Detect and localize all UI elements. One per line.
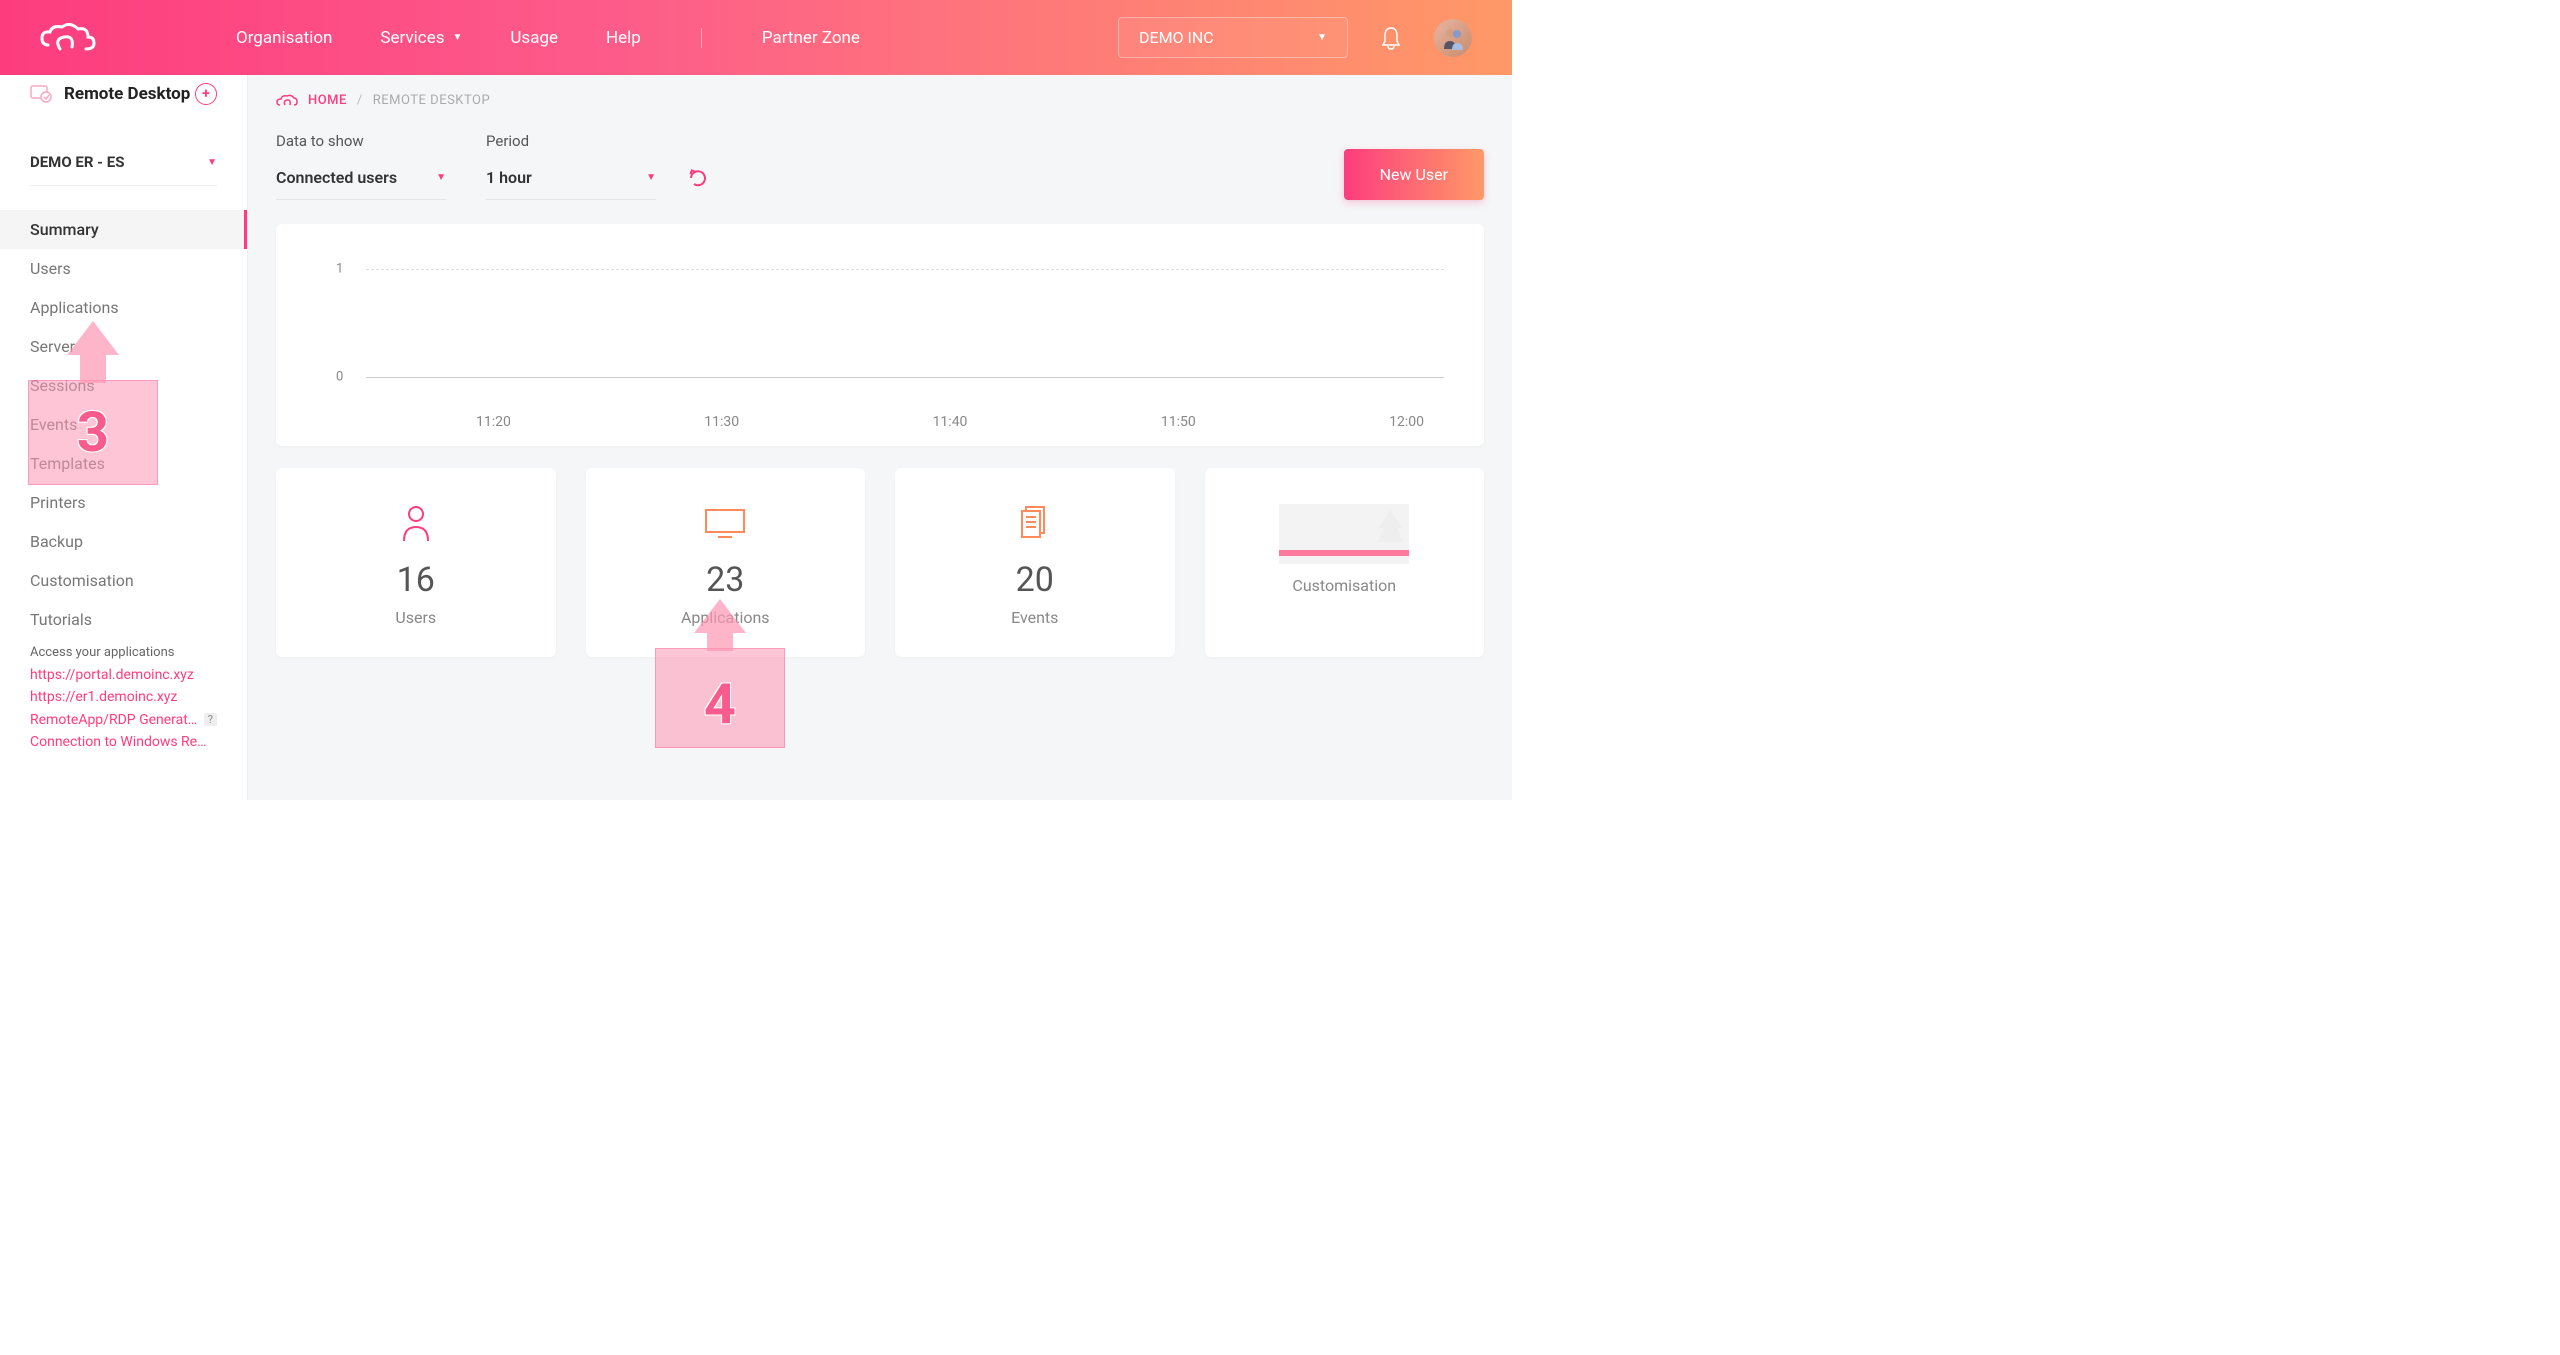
y-tick-0: 0 (336, 370, 343, 385)
main-content: HOME / REMOTE DESKTOP Data to show Conne… (248, 75, 1512, 800)
x-tick: 11:20 (476, 414, 511, 430)
stat-card-customisation[interactable]: Customisation (1205, 468, 1485, 657)
stat-label: Customisation (1225, 576, 1465, 595)
menu-tutorials[interactable]: Tutorials (0, 600, 247, 639)
stat-label: Users (296, 608, 536, 627)
tenant-selector[interactable]: DEMO ER - ES ▼ (30, 153, 217, 186)
chevron-down-icon: ▼ (1317, 32, 1327, 43)
menu-templates[interactable]: Templates (0, 444, 247, 483)
stat-card-events[interactable]: 20 Events (895, 468, 1175, 657)
data-to-show-select[interactable]: Connected users ▼ (276, 162, 446, 200)
nav-separator (701, 28, 702, 48)
top-header: Organisation Services▼ Usage Help Partne… (0, 0, 1512, 75)
chevron-down-icon: ▼ (646, 172, 656, 183)
breadcrumb-home[interactable]: HOME (308, 93, 347, 108)
menu-sessions[interactable]: Sessions (0, 366, 247, 405)
stat-value: 16 (296, 560, 536, 600)
nav-organisation[interactable]: Organisation (236, 28, 332, 48)
breadcrumb-current: REMOTE DESKTOP (373, 93, 490, 108)
org-selected-label: DEMO INC (1139, 28, 1214, 47)
x-tick: 12:00 (1389, 414, 1424, 430)
links-header: Access your applications (30, 645, 217, 660)
period-label: Period (486, 132, 656, 150)
nav-partner-zone[interactable]: Partner Zone (762, 28, 860, 48)
nav-services[interactable]: Services▼ (380, 28, 462, 48)
nav-usage[interactable]: Usage (510, 28, 558, 48)
link-er1[interactable]: https://er1.demoinc.xyz (30, 686, 217, 708)
monitor-icon (606, 504, 846, 542)
remote-desktop-icon (30, 85, 52, 103)
chevron-down-icon: ▼ (453, 32, 463, 43)
org-selector[interactable]: DEMO INC ▼ (1118, 17, 1348, 58)
top-nav: Organisation Services▼ Usage Help Partne… (236, 28, 860, 48)
customisation-thumbnail (1279, 504, 1409, 564)
stats-row: 16 Users 23 Applications 20 Events Custo… (276, 468, 1484, 657)
menu-server[interactable]: Server (0, 327, 247, 366)
stat-value: 23 (606, 560, 846, 600)
menu-printers[interactable]: Printers (0, 483, 247, 522)
data-to-show-label: Data to show (276, 132, 446, 150)
link-rdp-generator[interactable]: RemoteApp/RDP Generator (30, 709, 198, 731)
tenant-label: DEMO ER - ES (30, 153, 124, 171)
menu-applications[interactable]: Applications (0, 288, 247, 327)
sidebar-title: Remote Desktop (64, 84, 190, 104)
chart-area: 1 0 (316, 254, 1444, 404)
filter-controls: Data to show Connected users ▼ Period 1 … (276, 132, 1484, 200)
stat-label: Applications (606, 608, 846, 627)
sidebar-links: Access your applications https://portal.… (0, 639, 247, 762)
chevron-down-icon: ▼ (436, 172, 446, 183)
stat-card-applications[interactable]: 23 Applications (586, 468, 866, 657)
x-tick: 11:40 (933, 414, 968, 430)
link-windows-rem[interactable]: Connection to Windows Rem… (30, 731, 217, 753)
help-icon[interactable]: ? (204, 713, 217, 726)
sidebar: Remote Desktop + DEMO ER - ES ▼ Summary … (0, 75, 248, 800)
y-tick-1: 1 (336, 262, 343, 277)
nav-help[interactable]: Help (606, 28, 641, 48)
cloud-icon (276, 94, 298, 108)
new-user-button[interactable]: New User (1344, 149, 1484, 200)
refresh-icon[interactable] (688, 168, 708, 188)
user-avatar[interactable] (1434, 19, 1472, 57)
sidebar-menu: Summary Users Applications Server Sessio… (0, 210, 247, 800)
menu-summary[interactable]: Summary (0, 210, 247, 249)
x-tick: 11:50 (1161, 414, 1196, 430)
notifications-icon[interactable] (1380, 26, 1402, 50)
document-icon (915, 504, 1155, 542)
x-tick: 11:30 (704, 414, 739, 430)
logo-icon (40, 23, 96, 53)
add-button[interactable]: + (195, 83, 217, 105)
stat-value: 20 (915, 560, 1155, 600)
sidebar-title-row: Remote Desktop + (30, 83, 217, 105)
menu-customisation[interactable]: Customisation (0, 561, 247, 600)
menu-backup[interactable]: Backup (0, 522, 247, 561)
breadcrumb-separator: / (357, 93, 363, 108)
gridline (366, 269, 1444, 270)
menu-events[interactable]: Events (0, 405, 247, 444)
chart-card: 1 0 11:20 11:30 11:40 11:50 12:00 (276, 224, 1484, 446)
breadcrumb: HOME / REMOTE DESKTOP (276, 93, 1484, 108)
x-axis (366, 377, 1444, 378)
link-portal[interactable]: https://portal.demoinc.xyz (30, 664, 217, 686)
menu-users[interactable]: Users (0, 249, 247, 288)
period-select[interactable]: 1 hour ▼ (486, 162, 656, 200)
stat-card-users[interactable]: 16 Users (276, 468, 556, 657)
stat-label: Events (915, 608, 1155, 627)
chevron-down-icon: ▼ (207, 157, 217, 168)
person-icon (296, 504, 536, 542)
x-axis-labels: 11:20 11:30 11:40 11:50 12:00 (476, 414, 1424, 430)
